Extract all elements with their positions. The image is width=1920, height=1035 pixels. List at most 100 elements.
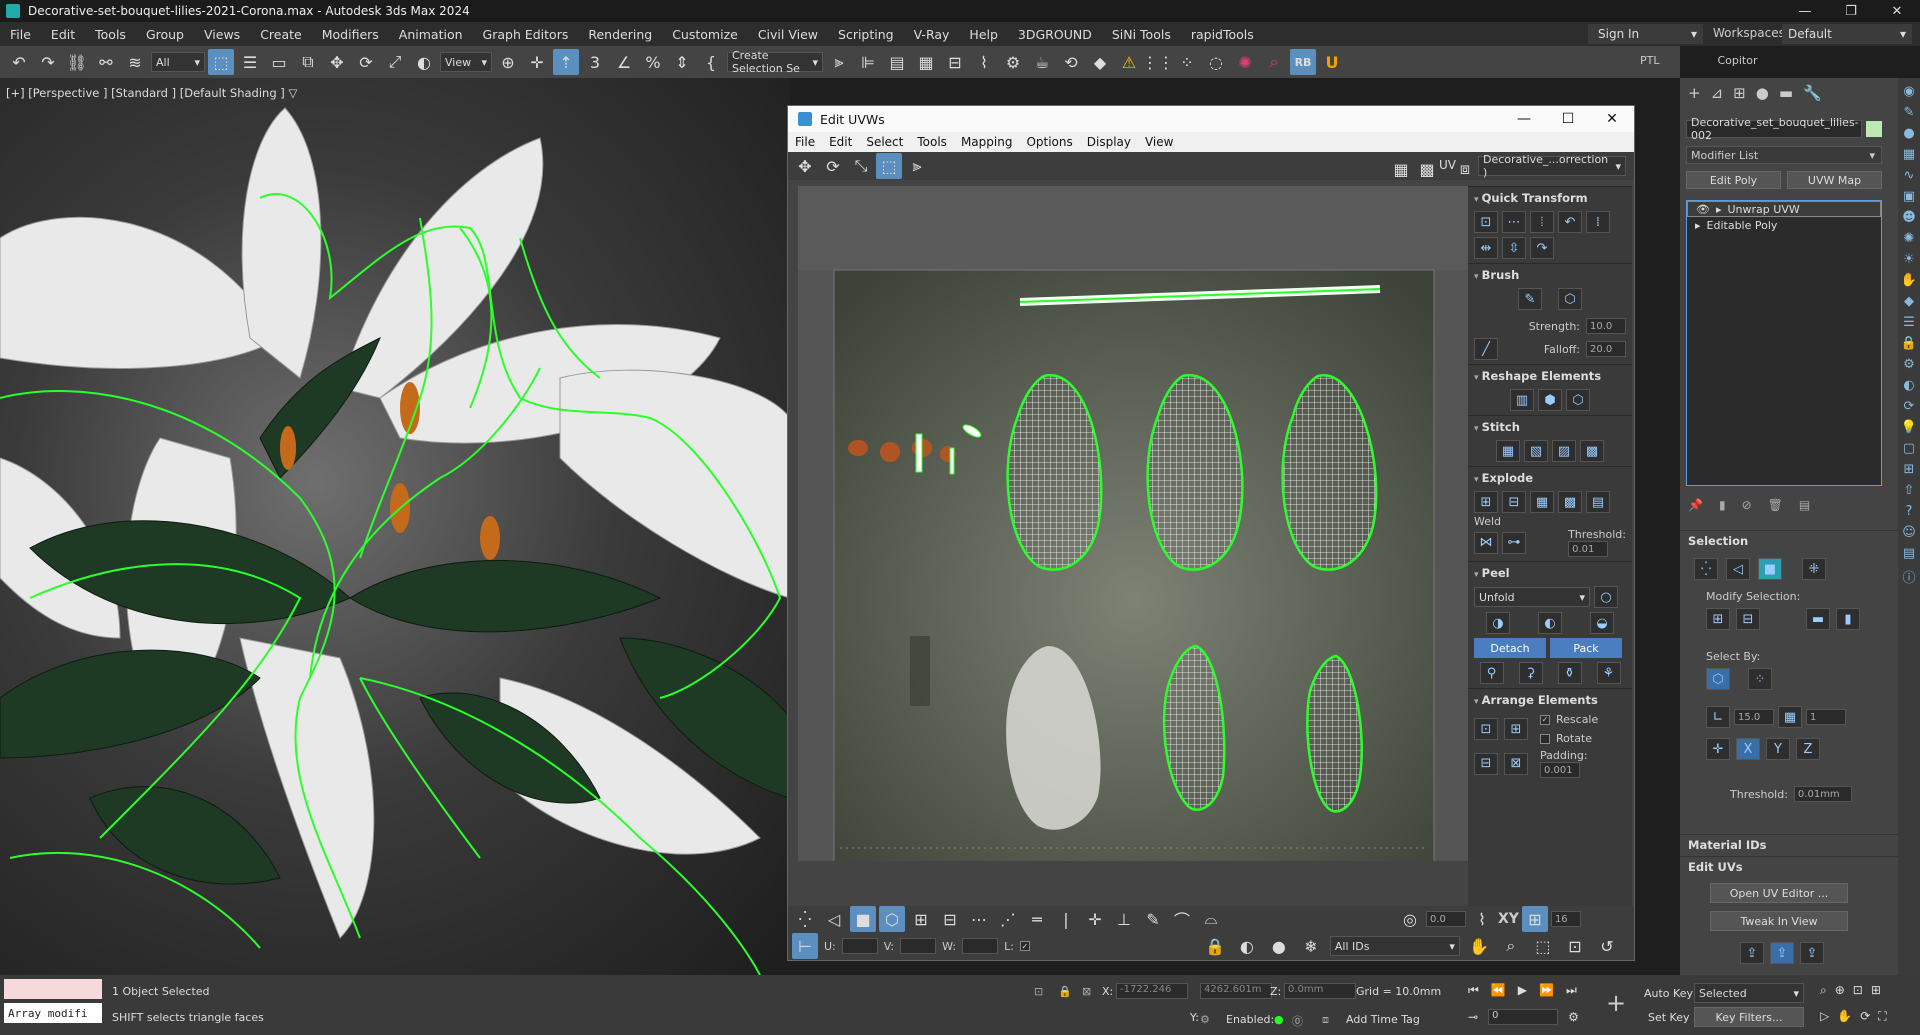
next-frame-icon[interactable]: ⏩ bbox=[1539, 983, 1554, 998]
u-plugin-icon[interactable]: U bbox=[1319, 49, 1345, 75]
teapot-icon[interactable]: ◆ bbox=[1904, 294, 1914, 309]
count-spinner[interactable]: 1 bbox=[1806, 709, 1846, 725]
loop-icon[interactable]: ⋯ bbox=[966, 906, 992, 932]
set-pivot-icon[interactable]: ⊡ bbox=[1474, 211, 1498, 233]
rotation-angle-spinner[interactable]: 0.0 bbox=[1426, 911, 1466, 927]
angle-gauge-icon[interactable]: ◎ bbox=[1397, 906, 1423, 932]
modifier-list-dropdown[interactable]: Modifier List ▾ bbox=[1686, 146, 1882, 164]
pack-recursive-icon[interactable]: ⊠ bbox=[1504, 752, 1528, 775]
configure-sets-icon[interactable]: ▤ bbox=[1799, 498, 1810, 512]
script-icon[interactable]: ⚙ bbox=[1200, 1013, 1210, 1026]
unpin-icon[interactable]: ⚳ bbox=[1518, 662, 1543, 684]
edit-uvws-titlebar[interactable]: Edit UVWs — ☐ ✕ bbox=[788, 106, 1634, 132]
nav-zoom-all-icon[interactable]: ⊕ bbox=[1835, 983, 1845, 998]
texture-map-icon[interactable]: ⧈ bbox=[1452, 156, 1478, 182]
selection-filter-dropdown[interactable]: All ▾ bbox=[151, 52, 205, 72]
align-vertical-icon[interactable]: ⦙ bbox=[1530, 211, 1554, 233]
named-selection-dropdown[interactable]: Create Selection Se ▾ bbox=[727, 49, 823, 75]
select-overlap-icon[interactable]: ✛ bbox=[1082, 906, 1108, 932]
menu-views[interactable]: Views bbox=[194, 27, 250, 42]
nav-zoom-icon[interactable]: ⌕ bbox=[1820, 983, 1827, 998]
search-icon[interactable]: ⌕ bbox=[1261, 49, 1287, 75]
percent-snap-icon[interactable]: % bbox=[640, 49, 666, 75]
align-horizontal-icon[interactable]: ⋯ bbox=[1502, 211, 1526, 233]
select-manipulate-icon[interactable]: ✛ bbox=[524, 49, 550, 75]
mirror-icon[interactable]: ⫸ bbox=[826, 49, 852, 75]
menu-edit[interactable]: Edit bbox=[41, 27, 85, 42]
user-icon[interactable]: ☺ bbox=[1902, 525, 1916, 540]
camera-icon[interactable]: ▣ bbox=[1903, 189, 1915, 204]
edge-mode-icon[interactable]: ◁ bbox=[821, 906, 847, 932]
render-production-icon[interactable]: ⟲ bbox=[1058, 49, 1084, 75]
stack-item-unwrap-uvw[interactable]: 👁 ▸ Unwrap UVW bbox=[1687, 201, 1881, 217]
undo-icon[interactable]: ↶ bbox=[6, 49, 32, 75]
move-icon[interactable]: ✥ bbox=[324, 49, 350, 75]
link-icon[interactable]: ⛓ bbox=[64, 49, 90, 75]
key-mode-icon[interactable]: ⊸ bbox=[1468, 1010, 1478, 1024]
object-color-swatch[interactable] bbox=[1866, 121, 1882, 137]
flatten-icon[interactable]: ▦ bbox=[1530, 491, 1554, 513]
grid-snap-icon[interactable]: ⊞ bbox=[1521, 906, 1548, 932]
ring-icon[interactable]: ⋰ bbox=[995, 906, 1021, 932]
sini-gear-icon[interactable]: ✺ bbox=[1232, 49, 1258, 75]
menu-tools[interactable]: Tools bbox=[85, 27, 136, 42]
show-end-result-icon[interactable]: ▮ bbox=[1719, 498, 1726, 512]
current-frame-field[interactable]: 0 bbox=[1488, 1009, 1559, 1025]
paint-brush-icon[interactable]: ✎ bbox=[1518, 288, 1542, 310]
tweak-active-icon[interactable]: ⇪ bbox=[1770, 942, 1794, 964]
hierarchy-tab-icon[interactable]: ⊞ bbox=[1733, 84, 1746, 102]
break-icon[interactable]: ⊞ bbox=[1474, 491, 1498, 513]
edit-poly-button[interactable]: Edit Poly bbox=[1686, 171, 1781, 189]
auto-key-button[interactable]: Auto Key bbox=[1644, 987, 1693, 1000]
minimize-button[interactable]: — bbox=[1782, 0, 1828, 22]
loop-select-icon[interactable]: ▬ bbox=[1806, 608, 1830, 630]
menu-sini-tools[interactable]: SiNi Tools bbox=[1102, 27, 1181, 42]
menu-graph-editors[interactable]: Graph Editors bbox=[473, 27, 579, 42]
warning-icon[interactable]: ⚠ bbox=[1116, 49, 1142, 75]
uv-editor-canvas[interactable] bbox=[798, 186, 1468, 861]
uvw-menu-view[interactable]: View bbox=[1138, 135, 1180, 149]
pin-stack-icon[interactable]: 📌 bbox=[1688, 498, 1703, 512]
grow-icon[interactable]: ⊞ bbox=[1706, 608, 1730, 630]
relax-brush-icon[interactable]: ⬡ bbox=[1558, 288, 1582, 310]
menu-file[interactable]: File bbox=[0, 27, 41, 42]
uvw-map-button[interactable]: UVW Map bbox=[1787, 171, 1882, 189]
shapes-icon[interactable]: ✎ bbox=[1904, 105, 1915, 120]
uvw-minimize-button[interactable]: — bbox=[1502, 111, 1546, 127]
hand-icon[interactable]: ✋ bbox=[1901, 273, 1917, 288]
bulb-icon[interactable]: 💡 bbox=[1901, 420, 1917, 435]
pack-together-icon[interactable]: ⊞ bbox=[1504, 718, 1528, 740]
stitch-target-icon[interactable]: ▩ bbox=[1580, 440, 1604, 462]
material-icon[interactable]: ◐ bbox=[1903, 378, 1914, 393]
menu-vray[interactable]: V-Ray bbox=[904, 27, 960, 42]
sign-in-dropdown[interactable]: Sign In ▾ bbox=[1588, 24, 1703, 44]
vertex-mode-icon[interactable]: ⁛ bbox=[792, 906, 818, 932]
cmd-element-icon[interactable]: ⁜ bbox=[1802, 558, 1826, 580]
menu-rapidtools[interactable]: rapidTools bbox=[1181, 27, 1264, 42]
shrink-icon[interactable]: ⊟ bbox=[1736, 608, 1760, 630]
hide-icon[interactable]: ◐ bbox=[1234, 933, 1260, 959]
curve-icon[interactable]: ⌇ bbox=[1469, 906, 1495, 932]
enabled-dot-icon[interactable]: ● bbox=[1274, 1013, 1284, 1026]
nav-zoom-extents-all-icon[interactable]: ⊞ bbox=[1871, 983, 1881, 998]
polygon-mode-icon[interactable]: ■ bbox=[850, 906, 876, 932]
uvw-freeform-icon[interactable]: ⬚ bbox=[876, 153, 902, 179]
w-field[interactable] bbox=[962, 938, 999, 954]
nav-fov-icon[interactable]: ▷ bbox=[1820, 1009, 1829, 1024]
space-horizontal-icon[interactable]: ⇹ bbox=[1474, 237, 1498, 259]
curve-editor-icon[interactable]: ⌇ bbox=[971, 49, 997, 75]
grid-icon[interactable]: ▦ bbox=[1903, 147, 1915, 162]
cmd-polygon-icon[interactable]: ■ bbox=[1758, 558, 1782, 580]
peel-mode-dropdown[interactable]: Unfold ▾ bbox=[1474, 587, 1590, 607]
uvw-scale-icon[interactable]: ⤡ bbox=[848, 153, 874, 179]
menu-3dground[interactable]: 3DGROUND bbox=[1008, 27, 1102, 42]
rotate-ccw-icon[interactable]: ↶ bbox=[1558, 211, 1582, 233]
display-tab-icon[interactable]: ▬ bbox=[1779, 84, 1793, 102]
layer-explorer-icon[interactable]: ▦ bbox=[913, 49, 939, 75]
spinner-snap-icon[interactable]: ⇕ bbox=[669, 49, 695, 75]
uvw-menu-tools[interactable]: Tools bbox=[910, 135, 954, 149]
tweak-alt-icon[interactable]: ⇪ bbox=[1800, 942, 1824, 964]
reshape-elements-header[interactable]: Reshape Elements bbox=[1474, 369, 1626, 383]
flatten-by-material-icon[interactable]: ▤ bbox=[1586, 491, 1610, 513]
zoom-icon[interactable]: ⌕ bbox=[1498, 933, 1524, 959]
